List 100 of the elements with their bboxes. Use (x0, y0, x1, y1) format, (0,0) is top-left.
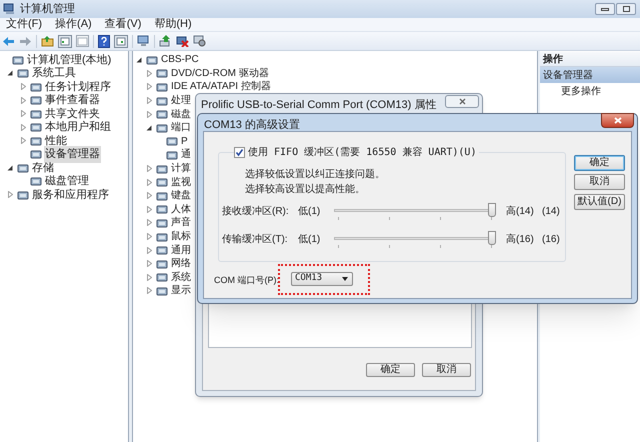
device-tree-item[interactable]: IDE ATA/ATAPI 控制器 (170, 79, 272, 94)
device-tree-item[interactable]: 网络 (170, 256, 192, 272)
tree-item[interactable]: 磁盘管理 (44, 173, 90, 190)
hint-text: 选择较低设置以纠正连接问题。 (245, 168, 385, 182)
dialog-title: COM13 的高级设置 (204, 118, 300, 133)
device-tree-item[interactable]: CBS-PC (160, 52, 200, 68)
checkbox-label[interactable]: 使用 FIFO 缓冲区(需要 16550 兼容 UART)(U) (248, 145, 476, 160)
device-tree-item[interactable]: 系统 (170, 270, 192, 285)
dialog-button[interactable]: 取消 (422, 363, 471, 377)
tree-item[interactable]: 计算机管理(本地) (26, 52, 112, 68)
slider[interactable] (334, 202, 496, 220)
high-label: 高(16) (506, 232, 535, 246)
collapsed-arrow-icon[interactable] (146, 97, 152, 104)
device-tree-item[interactable]: 人体 (170, 202, 192, 217)
collapsed-arrow-icon[interactable] (146, 178, 152, 186)
action-item[interactable]: 设备管理器 (540, 67, 640, 83)
back-arrow-icon[interactable] (2, 36, 15, 46)
collapsed-arrow-icon[interactable] (20, 83, 26, 90)
tree-item[interactable]: 存储 (31, 160, 55, 176)
tree-item[interactable]: 系统工具 (31, 65, 77, 82)
device-icon (12, 54, 24, 66)
menu-item[interactable]: 帮助(H) (154, 16, 192, 33)
checkbox[interactable] (234, 147, 245, 158)
device-tree-item[interactable]: 鼠标 (170, 229, 192, 244)
remove-device-icon[interactable] (176, 35, 189, 47)
minimize-button[interactable] (595, 3, 615, 15)
scan-device-icon[interactable] (193, 35, 206, 47)
tree-item[interactable]: 共享文件夹 (44, 106, 101, 122)
collapsed-arrow-icon[interactable] (146, 83, 152, 90)
slider-value: (14) (542, 204, 560, 218)
tree-item[interactable]: 事件查看器 (44, 92, 101, 108)
device-icon (166, 148, 178, 161)
collapsed-arrow-icon[interactable] (146, 206, 152, 213)
collapsed-arrow-icon[interactable] (146, 219, 152, 226)
device-tree-item[interactable]: 计算 (170, 161, 192, 176)
help-icon[interactable] (98, 34, 110, 48)
port-label: COM 端口号(P): (214, 274, 279, 287)
slider[interactable] (334, 230, 496, 248)
slider-thumb[interactable] (488, 203, 496, 217)
low-label: 低(1) (298, 204, 322, 218)
close-button[interactable] (601, 113, 634, 128)
expanded-arrow-icon[interactable] (7, 164, 13, 171)
folder-up-icon[interactable] (41, 35, 54, 47)
expanded-arrow-icon[interactable] (136, 56, 142, 63)
dialog-button[interactable]: 默认值(D) (574, 194, 625, 210)
collapsed-arrow-icon[interactable] (8, 191, 12, 198)
device-tree-item[interactable]: 通用 (170, 242, 192, 258)
dialog-button[interactable]: 取消 (574, 174, 625, 190)
window-icon[interactable] (76, 35, 89, 47)
expanded-arrow-icon[interactable] (7, 70, 13, 76)
collapsed-arrow-icon[interactable] (20, 96, 26, 104)
window-title: 计算机管理 (20, 2, 75, 17)
monitor-icon[interactable] (137, 35, 150, 47)
menu-item[interactable]: 文件(F) (6, 16, 42, 33)
device-tree-item[interactable]: 声音 (170, 215, 192, 230)
close-icon (614, 117, 622, 124)
device-tree-item[interactable]: P (180, 134, 189, 149)
device-tree-item[interactable]: 键盘 (170, 188, 192, 204)
collapsed-arrow-icon[interactable] (146, 110, 152, 118)
collapsed-arrow-icon[interactable] (146, 192, 152, 200)
device-icon (156, 244, 168, 256)
device-tree-item[interactable]: 端口 (170, 120, 192, 136)
check-icon (235, 148, 244, 157)
device-tree-item[interactable]: 显示 (170, 283, 192, 298)
tree-pane-icon[interactable] (58, 34, 72, 48)
collapsed-arrow-icon[interactable] (146, 165, 152, 172)
menu-item[interactable]: 查看(V) (104, 16, 142, 33)
collapsed-arrow-icon[interactable] (146, 233, 152, 240)
tree-item[interactable]: 服务和应用程序 (31, 186, 110, 203)
collapsed-arrow-icon[interactable] (146, 246, 152, 254)
collapsed-arrow-icon[interactable] (20, 124, 26, 131)
panel-icon[interactable] (114, 34, 128, 48)
update-icon[interactable] (159, 35, 172, 47)
collapsed-arrow-icon[interactable] (146, 260, 152, 268)
device-tree-item[interactable]: 通 (180, 147, 192, 162)
menu-item[interactable]: 操作(A) (55, 16, 92, 33)
port-dropdown[interactable]: COM13 (291, 272, 353, 286)
action-item[interactable]: 更多操作 (540, 83, 640, 99)
tree-item[interactable]: 本地用户和组 (44, 119, 112, 136)
collapsed-arrow-icon[interactable] (20, 137, 26, 144)
slider-thumb[interactable] (488, 231, 496, 245)
device-tree-item[interactable]: 监视 (170, 174, 192, 190)
close-icon (458, 98, 466, 105)
device-tree-item[interactable]: 磁盘 (170, 106, 192, 122)
tree-item[interactable]: 任务计划程序 (44, 78, 112, 95)
collapsed-arrow-icon[interactable] (146, 274, 152, 281)
forward-arrow-icon[interactable] (19, 36, 32, 46)
device-tree-item[interactable]: 处理 (170, 93, 192, 108)
collapsed-arrow-icon[interactable] (146, 287, 152, 294)
collapsed-arrow-icon[interactable] (20, 110, 26, 118)
device-icon (30, 175, 42, 188)
dialog-button[interactable]: 确定 (366, 363, 415, 377)
dialog-button[interactable]: 确定 (574, 155, 625, 171)
tree-item[interactable]: 性能 (44, 132, 68, 149)
collapsed-arrow-icon[interactable] (146, 70, 152, 77)
device-tree-item[interactable]: DVD/CD-ROM 驱动器 (170, 66, 270, 81)
expanded-arrow-icon[interactable] (146, 124, 152, 131)
tree-item[interactable]: 设备管理器 (44, 146, 101, 162)
maximize-button[interactable] (616, 3, 636, 15)
close-button[interactable] (445, 95, 479, 108)
